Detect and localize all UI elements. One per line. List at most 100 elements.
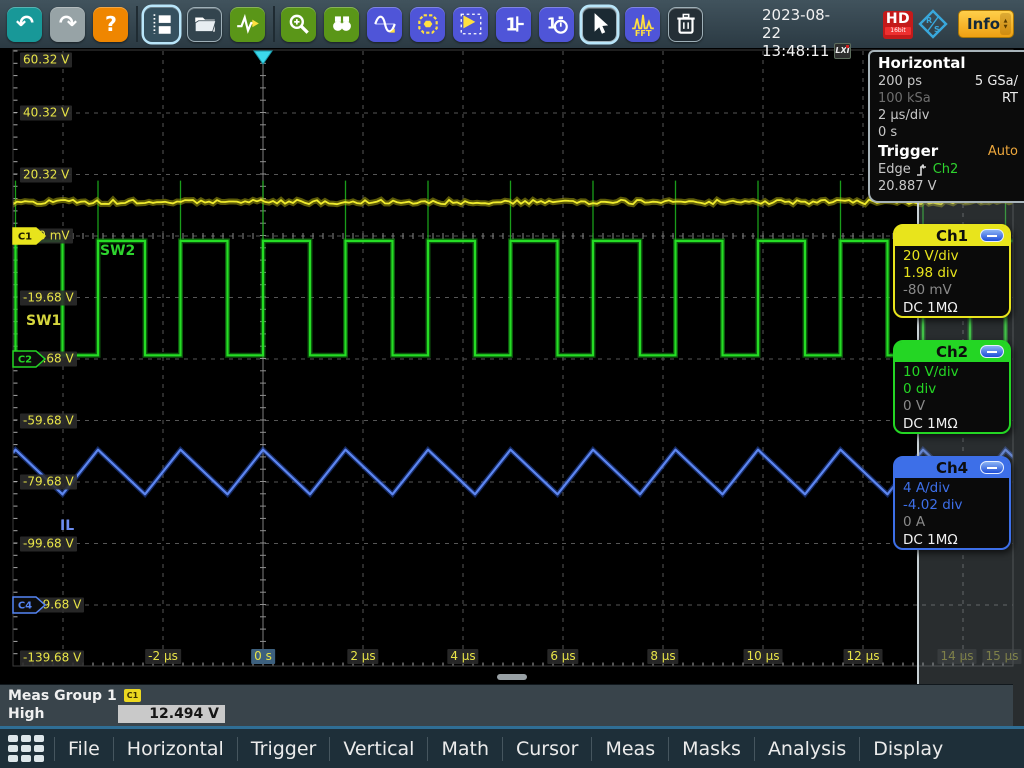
horizontal-acq-mode: RT	[1002, 90, 1018, 107]
minimize-button[interactable]	[980, 461, 1004, 474]
minimize-button[interactable]	[980, 345, 1004, 358]
menu-item-math[interactable]: Math	[428, 738, 502, 760]
channel-position: -4.02 div	[903, 497, 1001, 514]
oscilloscope-screen: 60.32 V40.32 V20.32 V320 mV-19.68 V-39.6…	[0, 0, 1024, 768]
channel-panel-ch1[interactable]: Ch1 20 V/div 1.98 div -80 mV DC 1MΩ	[893, 224, 1011, 318]
open-folder-icon	[192, 11, 218, 37]
channel-panel-ch4[interactable]: Ch4 4 A/div -4.02 div 0 A DC 1MΩ	[893, 456, 1011, 550]
x-axis-label: 6 µs	[547, 649, 578, 664]
svg-text:↷: ↷	[58, 12, 76, 37]
channel-offset: 0 A	[903, 514, 1001, 531]
info-button[interactable]: Info ▲▼	[958, 10, 1014, 38]
y-axis-label: -99.68 V	[20, 536, 77, 551]
measurement-icon-button[interactable]: 1	[496, 7, 531, 42]
open-folder-icon-button[interactable]	[187, 7, 222, 42]
quick-meas-icon: 1	[544, 11, 570, 37]
menu-item-display[interactable]: Display	[860, 738, 956, 760]
measurement-icon: 1	[501, 11, 527, 37]
horizontal-resolution: 200 ps	[878, 73, 922, 90]
horizontal-trigger-panel[interactable]: Horizontal 200 ps 5 GSa/ 100 kSa RT 2 µs…	[868, 50, 1024, 203]
channel-scale: 10 V/div	[903, 364, 1001, 381]
annotation-icon-button[interactable]	[453, 7, 488, 42]
y-axis-label: -39.68 V	[20, 352, 77, 367]
pointer-mode-icon	[587, 11, 613, 37]
meas-row-value: 12.494 V	[118, 705, 225, 723]
rohde-schwarz-logo: R S	[918, 9, 948, 39]
delete-icon	[673, 11, 699, 37]
info-spinner-arrows[interactable]: ▲▼	[1000, 13, 1011, 35]
lxi-badge: LXI	[834, 43, 850, 59]
math-waveform-icon	[372, 11, 398, 37]
delete-icon-button[interactable]	[668, 7, 703, 42]
pointer-mode-icon-button[interactable]	[582, 7, 617, 42]
channel-coupling: DC 1MΩ	[903, 532, 1001, 549]
display-dialog-icon-button[interactable]	[144, 7, 179, 42]
horizontal-position: 0 s	[878, 124, 897, 141]
channel-offset: -80 mV	[903, 282, 1001, 299]
toolbar: ↶↷?11FFT 2023-08-22 13:48:11 LXI HD 16bi…	[0, 0, 1024, 48]
undo-icon-button[interactable]: ↶	[7, 7, 42, 42]
y-axis-label: 40.32 V	[20, 106, 72, 121]
x-axis-label: 4 µs	[447, 649, 478, 664]
quick-meas-icon-button[interactable]: 1	[539, 7, 574, 42]
x-axis-label: 2 µs	[347, 649, 378, 664]
x-axis-label: 8 µs	[647, 649, 678, 664]
minimize-button[interactable]	[980, 229, 1004, 242]
menu-item-cursor[interactable]: Cursor	[503, 738, 591, 760]
menu-item-analysis[interactable]: Analysis	[755, 738, 859, 760]
help-icon-button[interactable]: ?	[93, 7, 128, 42]
rising-edge-icon	[915, 163, 929, 177]
trigger-level: 20.887 V	[878, 178, 937, 195]
time-text: 13:48:11	[762, 42, 829, 60]
svg-text:↶: ↶	[15, 12, 33, 37]
horizontal-scale: 2 µs/div	[878, 107, 929, 124]
menu-item-horizontal[interactable]: Horizontal	[114, 738, 237, 760]
mask-test-icon	[415, 11, 441, 37]
horizontal-scrollbar-grip[interactable]	[497, 674, 527, 680]
apps-grid-icon[interactable]	[6, 733, 46, 764]
channel-name: Ch4	[936, 459, 968, 477]
datetime-display: 2023-08-22 13:48:11 LXI	[762, 6, 848, 60]
measurement-results-panel[interactable]: Meas Group 1 C1 High 12.494 V	[0, 684, 1013, 726]
display-dialog-icon	[149, 11, 175, 37]
channel-coupling: DC 1MΩ	[903, 300, 1001, 317]
trace-label-sw1: SW1	[26, 313, 61, 329]
menu-item-file[interactable]: File	[55, 738, 113, 760]
svg-text:1: 1	[505, 16, 517, 36]
channel-position: 1.98 div	[903, 265, 1001, 282]
horizontal-sample-rate: 5 GSa/	[975, 73, 1018, 90]
hd-mode-badge: HD 16bit	[883, 11, 913, 39]
y-axis-label: -79.68 V	[20, 475, 77, 490]
channel-name: Ch1	[936, 227, 968, 245]
y-axis-label: -139.68 V	[20, 651, 84, 666]
trigger-position-marker[interactable]	[254, 51, 272, 64]
annotation-icon	[458, 11, 484, 37]
channel-offset: 0 V	[903, 398, 1001, 415]
trace-label-il: IL	[60, 518, 74, 534]
search-icon-button[interactable]	[324, 7, 359, 42]
menu-item-vertical[interactable]: Vertical	[330, 738, 427, 760]
horizontal-panel-title: Horizontal	[878, 54, 1018, 73]
probe-signal-icon-button[interactable]	[230, 7, 265, 42]
x-axis-label: 0 s	[251, 649, 275, 664]
math-waveform-icon-button[interactable]	[367, 7, 402, 42]
trigger-type: Edge	[878, 161, 911, 178]
mask-test-icon-button[interactable]	[410, 7, 445, 42]
zoom-in-icon-button[interactable]	[281, 7, 316, 42]
date-text: 2023-08-22	[762, 6, 848, 42]
main-menu-bar: FileHorizontalTriggerVerticalMathCursorM…	[0, 729, 1024, 768]
channel-panel-ch2[interactable]: Ch2 10 V/div 0 div 0 V DC 1MΩ	[893, 340, 1011, 434]
fft-icon-button[interactable]: FFT	[625, 7, 660, 42]
fft-icon: FFT	[630, 11, 656, 37]
y-axis-label: 20.32 V	[20, 167, 72, 182]
undo-icon: ↶	[12, 11, 38, 37]
redo-icon-button[interactable]: ↷	[50, 7, 85, 42]
x-axis-label: -2 µs	[145, 649, 181, 664]
menu-item-meas[interactable]: Meas	[592, 738, 668, 760]
svg-text:?: ?	[105, 12, 117, 36]
search-icon	[329, 11, 355, 37]
menu-item-masks[interactable]: Masks	[669, 738, 754, 760]
trigger-mode: Auto	[988, 142, 1018, 161]
menu-item-trigger[interactable]: Trigger	[238, 738, 330, 760]
y-axis-label: -119.68 V	[20, 598, 84, 613]
